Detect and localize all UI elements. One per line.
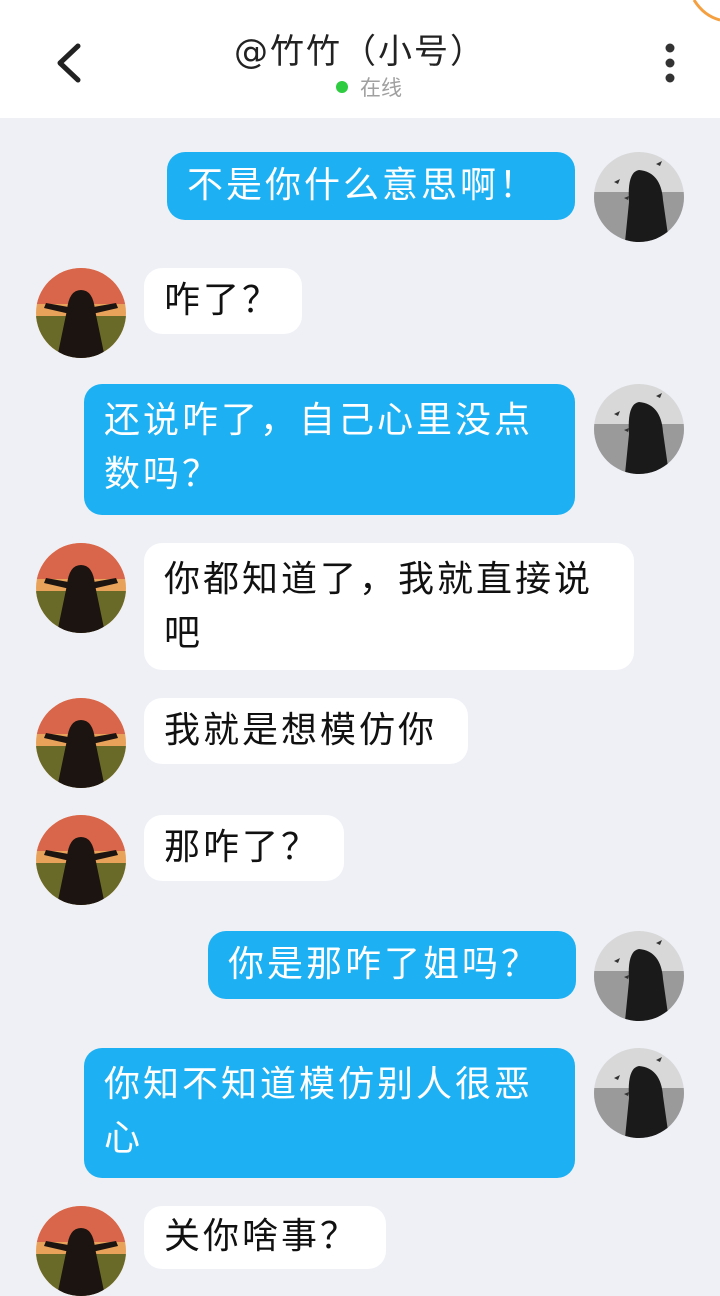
my-avatar[interactable] — [594, 931, 684, 1021]
message-text: 还说咋了，自己心里没点数吗？ — [104, 400, 534, 495]
message-text: 你知不知道模仿别人很恶心 — [104, 1064, 534, 1159]
message-text: 那咋了？ — [164, 827, 321, 868]
avatar-image — [36, 698, 126, 788]
online-dot-icon — [336, 81, 348, 93]
avatar-image — [594, 152, 684, 242]
message-bubble-incoming[interactable]: 我就是想模仿你 — [144, 698, 468, 764]
message-bubble-incoming[interactable]: 咋了？ — [144, 268, 302, 334]
message-text: 不是你什么意思啊！ — [187, 165, 539, 206]
avatar-image — [594, 931, 684, 1021]
more-menu-button[interactable] — [656, 40, 684, 86]
avatar-image — [36, 543, 126, 633]
contact-avatar[interactable] — [36, 698, 126, 788]
my-avatar[interactable] — [594, 152, 684, 242]
message-bubble-incoming[interactable]: 你都知道了，我就直接说吧 — [144, 543, 634, 670]
message-bubble-outgoing[interactable]: 你知不知道模仿别人很恶心 — [84, 1048, 575, 1178]
contact-avatar[interactable] — [36, 815, 126, 905]
avatar-image — [594, 384, 684, 474]
message-bubble-incoming[interactable]: 关你啥事？ — [144, 1206, 386, 1269]
message-text: 你是那咋了姐吗？ — [228, 944, 541, 985]
avatar-image — [36, 1206, 126, 1296]
message-text: 我就是想模仿你 — [164, 710, 438, 751]
more-vertical-icon — [665, 43, 675, 83]
chat-header: @竹竹（小号） 在线 — [0, 0, 720, 118]
my-avatar[interactable] — [594, 384, 684, 474]
online-status: 在线 — [0, 72, 720, 102]
contact-avatar[interactable] — [36, 1206, 126, 1296]
contact-avatar[interactable] — [36, 543, 126, 633]
avatar-image — [594, 1048, 684, 1138]
avatar-image — [36, 815, 126, 905]
message-bubble-outgoing[interactable]: 不是你什么意思啊！ — [167, 152, 575, 220]
avatar-image — [36, 268, 126, 358]
contact-name[interactable]: @竹竹（小号） — [0, 24, 720, 73]
decorative-corner-stroke — [692, 0, 720, 22]
message-bubble-outgoing[interactable]: 还说咋了，自己心里没点数吗？ — [84, 384, 575, 515]
message-bubble-outgoing[interactable]: 你是那咋了姐吗？ — [208, 931, 576, 999]
message-text: 咋了？ — [164, 280, 282, 321]
message-list[interactable]: 不是你什么意思啊！ 咋了？ 还说咋了，自己心里没点数吗？ 你都知道了，我就直接说… — [0, 118, 720, 1296]
message-text: 关你啥事？ — [164, 1216, 360, 1257]
my-avatar[interactable] — [594, 1048, 684, 1138]
message-bubble-incoming[interactable]: 那咋了？ — [144, 815, 344, 881]
contact-avatar[interactable] — [36, 268, 126, 358]
online-status-label: 在线 — [360, 76, 402, 100]
message-text: 你都知道了，我就直接说吧 — [164, 559, 594, 654]
